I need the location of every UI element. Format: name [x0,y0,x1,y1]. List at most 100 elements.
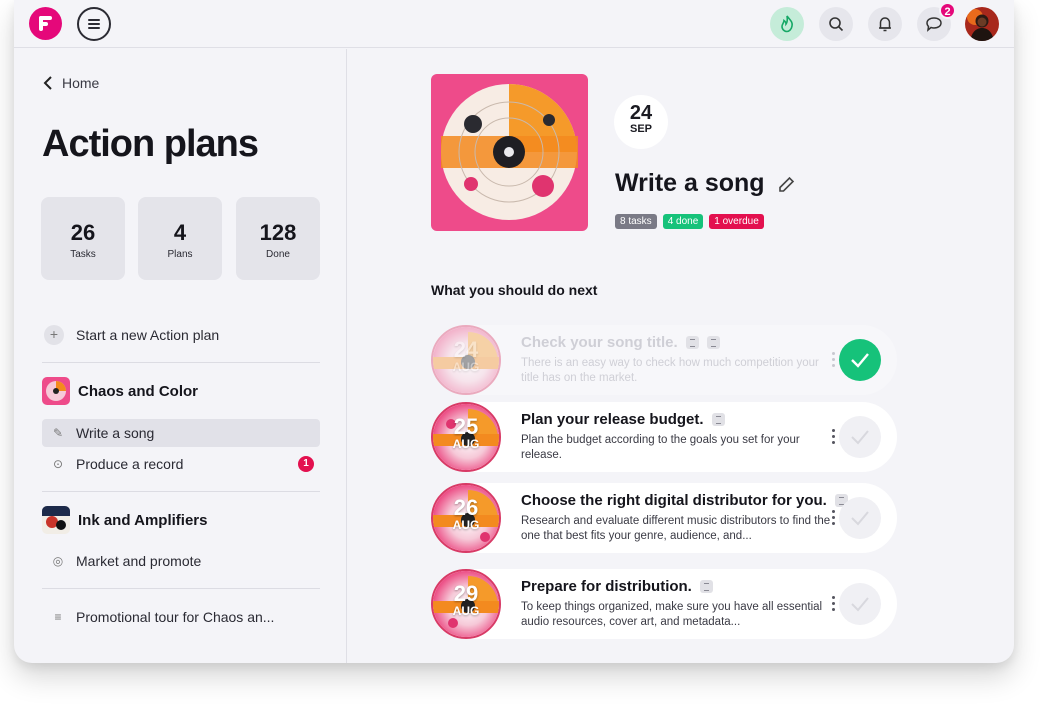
stat-label: Done [266,249,290,260]
sidebar-item-label: Write a song [76,425,155,441]
task-day: 26 [453,495,479,520]
task-card[interactable]: 26 AUG Choose the right digital distribu… [431,483,897,553]
tag-tasks: 8 tasks [615,214,657,229]
page-title: Action plans [42,123,259,165]
complete-checkbox[interactable] [839,583,881,625]
plan-title: Write a song [615,169,797,198]
edit-icon[interactable] [777,174,797,194]
task-month: AUG [452,360,480,374]
complete-checkbox[interactable] [839,339,881,381]
stat-value: 128 [259,220,297,245]
complete-checkbox[interactable] [839,416,881,458]
plan-month: SEP [629,123,652,135]
avatar[interactable] [965,7,999,41]
plan-title-text: Write a song [615,169,765,197]
check-icon [851,430,869,445]
stat-label: Tasks [70,249,96,260]
task-month: AUG [452,518,480,532]
notification-badge: 2 [939,2,956,19]
stat-tasks: 26 Tasks [41,197,125,280]
task-card[interactable]: 25 AUG Plan your release budget. Plan th… [431,402,897,472]
task-title: Plan your release budget. [521,411,725,428]
chevron-left-icon [43,76,52,90]
overdue-count-badge: 1 [298,456,314,472]
pencil-icon: ✎ [52,426,64,440]
group-thumbnail [42,506,70,534]
complete-checkbox[interactable] [839,497,881,539]
group-thumbnail [42,377,70,405]
more-options-icon[interactable] [832,429,836,445]
document-icon [711,413,725,426]
task-title: Check your song title. [521,334,720,351]
back-label: Home [62,75,100,91]
stat-label: Plans [167,249,193,260]
new-plan-label: Start a new Action plan [76,327,220,343]
tag-overdue: 1 overdue [709,214,764,229]
task-title: Choose the right digital distributor for… [521,492,848,509]
document-icon [699,580,713,593]
tag-done: 4 done [662,214,704,229]
logo-icon[interactable] [29,7,62,40]
sidebar-item-promotional-tour[interactable]: ≡ Promotional tour for Chaos an... [42,603,320,631]
task-date: 25 AUG [431,402,501,472]
more-options-icon[interactable] [832,510,836,526]
record-icon: ⊙ [52,457,64,471]
sidebar-item-write-a-song[interactable]: ✎ Write a song [42,419,320,447]
task-title-text: Check your song title. [521,334,678,351]
check-icon [851,511,869,526]
plan-cover-image [431,74,588,231]
check-icon [851,353,869,368]
task-title: Prepare for distribution. [521,578,713,595]
stat-value: 4 [173,220,187,245]
task-month: AUG [452,437,480,451]
task-month: AUG [452,604,480,618]
list-icon: ≡ [54,610,62,624]
task-day: 24 [453,337,479,362]
top-bar: 2 [14,0,1014,48]
task-description: There is an easy way to check how much c… [521,357,819,384]
stat-plans: 4 Plans [138,197,222,280]
plan-date: 24 SEP [614,95,668,149]
search-icon[interactable] [819,7,853,41]
stat-done: 128 Done [236,197,320,280]
plus-icon: + [44,325,64,345]
main-content: 24 SEP Write a song 8 tasks 4 done 1 ove… [348,49,1014,663]
plan-day: 24 [629,102,653,124]
divider [42,362,320,363]
sidebar-item-label: Market and promote [76,553,202,569]
back-link[interactable]: Home [42,75,99,91]
new-plan-button[interactable]: + Start a new Action plan [44,325,219,345]
group-name: Chaos and Color [78,382,199,400]
menu-icon[interactable] [77,7,111,41]
task-title-text: Plan your release budget. [521,411,704,428]
document-icon [706,336,720,349]
check-icon [851,597,869,612]
group-ink-and-amplifiers[interactable]: Ink and Amplifiers [42,506,207,534]
more-options-icon[interactable] [832,352,836,368]
divider [42,491,320,492]
group-name: Ink and Amplifiers [78,511,208,529]
sidebar-item-produce-a-record[interactable]: ⊙ Produce a record 1 [42,450,320,478]
more-options-icon[interactable] [832,596,836,612]
stat-value: 26 [70,220,96,245]
task-description: To keep things organized, make sure you … [521,601,823,628]
task-card[interactable]: 24 AUG Check your song title. There is a… [431,325,897,395]
bell-icon[interactable] [868,7,902,41]
task-description: Plan the budget according to the goals y… [521,434,800,461]
sidebar-item-market-and-promote[interactable]: ◎ Market and promote [42,547,320,575]
divider [42,588,320,589]
group-chaos-and-color[interactable]: Chaos and Color [42,377,198,405]
task-date: 26 AUG [431,483,501,553]
chart-icon: ◎ [52,554,64,568]
task-title-text: Choose the right digital distributor for… [521,492,827,509]
video-icon [685,336,699,349]
task-title-text: Prepare for distribution. [521,578,692,595]
task-day: 29 [453,581,479,606]
fire-icon[interactable] [770,7,804,41]
task-date: 29 AUG [431,569,501,639]
app-window: 2 Home Action plans 26 Tasks 4 Plans 128 [14,0,1014,663]
sidebar-item-label: Promotional tour for Chaos an... [76,609,275,625]
plan-tags: 8 tasks 4 done 1 overdue [615,214,770,229]
task-card[interactable]: 29 AUG Prepare for distribution. To keep… [431,569,897,639]
section-title: What you should do next [431,282,598,298]
